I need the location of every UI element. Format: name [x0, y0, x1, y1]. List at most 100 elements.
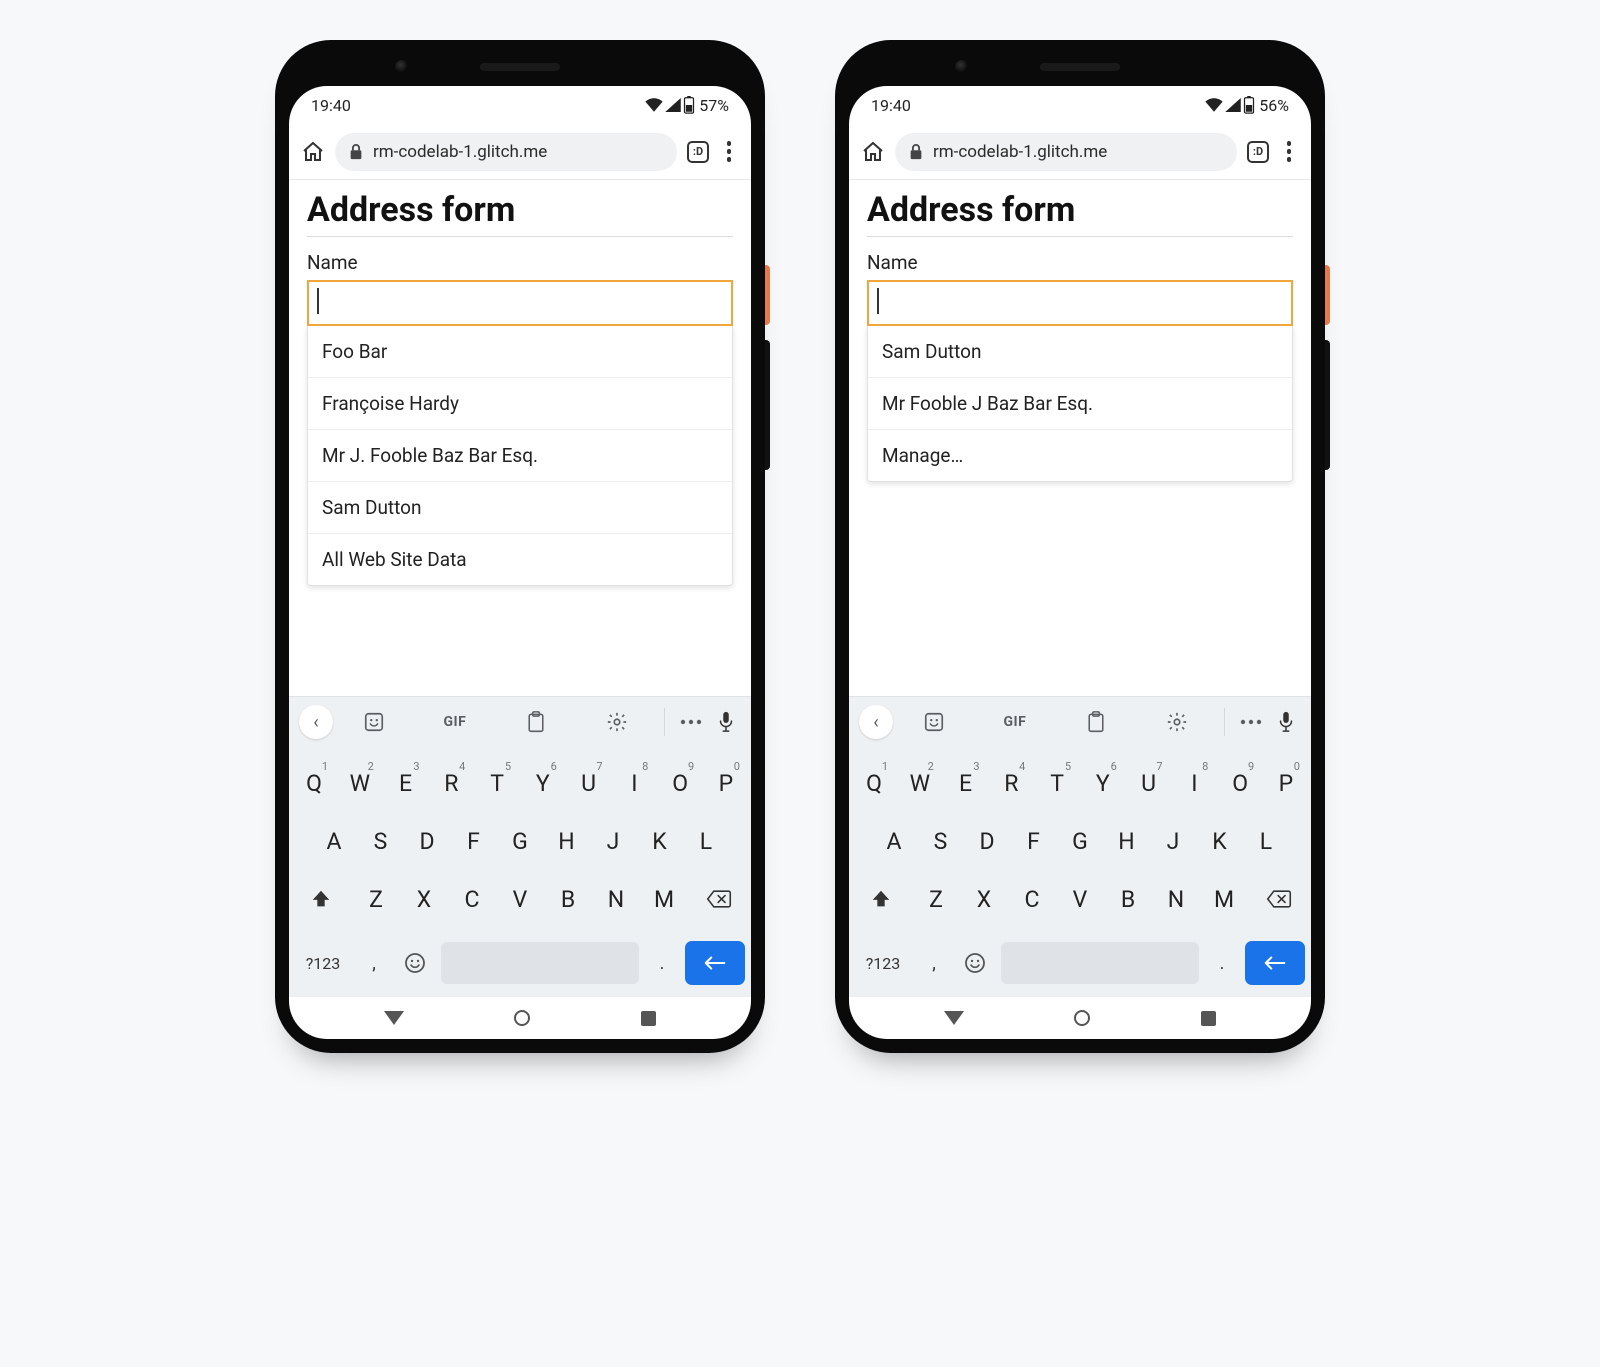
address-bar[interactable]: rm-codelab-1.glitch.me — [335, 133, 677, 171]
key-b[interactable]: B — [549, 873, 587, 925]
key-f[interactable]: F — [455, 815, 493, 867]
more-icon[interactable] — [671, 719, 711, 725]
autofill-suggestion[interactable]: Sam Dutton — [868, 326, 1292, 377]
key-e[interactable]: E3 — [947, 757, 985, 809]
key-p[interactable]: P0 — [707, 757, 745, 809]
autofill-suggestion[interactable]: Mr J. Fooble Baz Bar Esq. — [308, 429, 732, 481]
key-t[interactable]: T5 — [478, 757, 516, 809]
shift-key[interactable] — [855, 873, 907, 925]
key-w[interactable]: W2 — [341, 757, 379, 809]
autofill-suggestion[interactable]: Foo Bar — [308, 326, 732, 377]
volume-rocker[interactable] — [1325, 340, 1330, 470]
backspace-key[interactable] — [1253, 873, 1305, 925]
space-key[interactable] — [441, 942, 639, 984]
settings-icon[interactable] — [1137, 711, 1218, 733]
nav-recent-icon[interactable] — [1201, 1011, 1216, 1026]
more-icon[interactable] — [1231, 719, 1271, 725]
name-input[interactable] — [867, 280, 1293, 326]
comma-key[interactable]: , — [919, 939, 949, 987]
overflow-menu-icon[interactable] — [719, 141, 739, 162]
symbols-key[interactable]: ?123 — [295, 939, 351, 987]
key-l[interactable]: L — [687, 815, 725, 867]
key-j[interactable]: J — [1154, 815, 1192, 867]
emoji-key[interactable] — [957, 939, 993, 987]
home-icon[interactable] — [301, 140, 325, 164]
mic-icon[interactable] — [711, 711, 741, 733]
key-s[interactable]: S — [362, 815, 400, 867]
address-bar[interactable]: rm-codelab-1.glitch.me — [895, 133, 1237, 171]
gif-button[interactable]: GIF — [974, 714, 1055, 730]
key-y[interactable]: Y6 — [524, 757, 562, 809]
period-key[interactable]: . — [1207, 939, 1237, 987]
settings-icon[interactable] — [577, 711, 658, 733]
power-button[interactable] — [1325, 265, 1330, 325]
key-j[interactable]: J — [594, 815, 632, 867]
key-o[interactable]: O9 — [1221, 757, 1259, 809]
keyboard-collapse-icon[interactable]: ‹ — [859, 705, 893, 739]
nav-home-icon[interactable] — [1074, 1010, 1090, 1026]
name-input[interactable] — [307, 280, 733, 326]
key-h[interactable]: H — [1108, 815, 1146, 867]
key-g[interactable]: G — [501, 815, 539, 867]
sticker-icon[interactable] — [333, 711, 414, 733]
key-k[interactable]: K — [641, 815, 679, 867]
key-d[interactable]: D — [408, 815, 446, 867]
key-d[interactable]: D — [968, 815, 1006, 867]
key-g[interactable]: G — [1061, 815, 1099, 867]
key-r[interactable]: R4 — [992, 757, 1030, 809]
key-h[interactable]: H — [548, 815, 586, 867]
enter-key[interactable] — [685, 941, 745, 985]
key-c[interactable]: C — [1013, 873, 1051, 925]
overflow-menu-icon[interactable] — [1279, 141, 1299, 162]
key-u[interactable]: U7 — [1130, 757, 1168, 809]
key-e[interactable]: E3 — [387, 757, 425, 809]
gif-button[interactable]: GIF — [414, 714, 495, 730]
key-k[interactable]: K — [1201, 815, 1239, 867]
key-z[interactable]: Z — [917, 873, 955, 925]
key-v[interactable]: V — [501, 873, 539, 925]
mic-icon[interactable] — [1271, 711, 1301, 733]
key-w[interactable]: W2 — [901, 757, 939, 809]
autofill-suggestion[interactable]: Manage… — [868, 429, 1292, 481]
tabs-button[interactable]: :D — [1247, 141, 1269, 163]
key-a[interactable]: A — [875, 815, 913, 867]
clipboard-icon[interactable] — [496, 711, 577, 733]
volume-rocker[interactable] — [765, 340, 770, 470]
key-p[interactable]: P0 — [1267, 757, 1305, 809]
nav-recent-icon[interactable] — [641, 1011, 656, 1026]
key-v[interactable]: V — [1061, 873, 1099, 925]
keyboard-collapse-icon[interactable]: ‹ — [299, 705, 333, 739]
space-key[interactable] — [1001, 942, 1199, 984]
key-s[interactable]: S — [922, 815, 960, 867]
key-z[interactable]: Z — [357, 873, 395, 925]
key-t[interactable]: T5 — [1038, 757, 1076, 809]
key-q[interactable]: Q1 — [295, 757, 333, 809]
shift-key[interactable] — [295, 873, 347, 925]
key-b[interactable]: B — [1109, 873, 1147, 925]
key-l[interactable]: L — [1247, 815, 1285, 867]
enter-key[interactable] — [1245, 941, 1305, 985]
key-m[interactable]: M — [1205, 873, 1243, 925]
key-n[interactable]: N — [1157, 873, 1195, 925]
key-r[interactable]: R4 — [432, 757, 470, 809]
key-x[interactable]: X — [405, 873, 443, 925]
key-y[interactable]: Y6 — [1084, 757, 1122, 809]
autofill-suggestion[interactable]: All Web Site Data — [308, 533, 732, 585]
key-c[interactable]: C — [453, 873, 491, 925]
key-a[interactable]: A — [315, 815, 353, 867]
period-key[interactable]: . — [647, 939, 677, 987]
key-o[interactable]: O9 — [661, 757, 699, 809]
symbols-key[interactable]: ?123 — [855, 939, 911, 987]
autofill-suggestion[interactable]: Françoise Hardy — [308, 377, 732, 429]
key-u[interactable]: U7 — [570, 757, 608, 809]
tabs-button[interactable]: :D — [687, 141, 709, 163]
autofill-suggestion[interactable]: Mr Fooble J Baz Bar Esq. — [868, 377, 1292, 429]
home-icon[interactable] — [861, 140, 885, 164]
sticker-icon[interactable] — [893, 711, 974, 733]
nav-back-icon[interactable] — [944, 1011, 964, 1025]
key-i[interactable]: I8 — [1175, 757, 1213, 809]
power-button[interactable] — [765, 265, 770, 325]
key-m[interactable]: M — [645, 873, 683, 925]
nav-home-icon[interactable] — [514, 1010, 530, 1026]
autofill-suggestion[interactable]: Sam Dutton — [308, 481, 732, 533]
